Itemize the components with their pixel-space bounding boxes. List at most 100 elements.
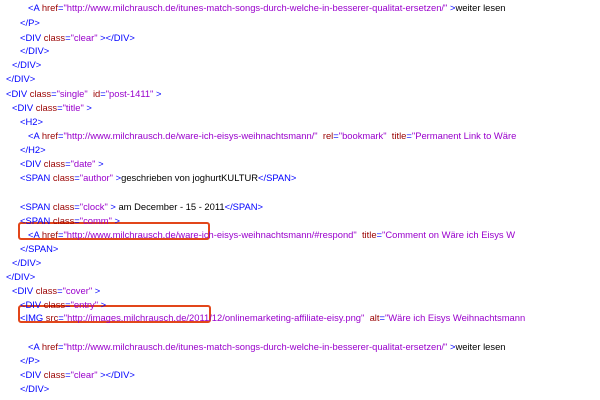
source-line: <A href="http://www.milchrausch.de/ware-…: [28, 229, 515, 241]
code-token-val: "Permanent Link to Wäre: [411, 130, 517, 141]
code-token-tag: >: [83, 102, 92, 113]
source-line: <A href="http://www.milchrausch.de/itune…: [28, 2, 506, 14]
code-token-val: "http://www.milchrausch.de/itunes-match-…: [63, 2, 448, 13]
code-token-attr: title: [361, 229, 377, 240]
source-line: </P>: [20, 355, 40, 367]
source-line: </DIV>: [12, 257, 41, 269]
code-token-tag: </DIV>: [6, 73, 36, 84]
code-token-attr: title: [391, 130, 407, 141]
source-line: <SPAN class="comm" >: [20, 215, 120, 227]
code-token-tag: <A: [28, 341, 42, 352]
source-line: <DIV class="title" >: [12, 102, 92, 114]
source-line: </DIV>: [6, 271, 35, 283]
code-token-tag: </SPAN>: [257, 172, 297, 183]
code-token-val: "Comment on Wäre ich Eisys W: [382, 229, 516, 240]
code-token-val: "post-1411": [105, 88, 154, 99]
source-line: </P>: [20, 17, 40, 29]
source-line: <SPAN class="clock" > am December - 15 -…: [20, 201, 263, 213]
code-token-attr: class: [29, 88, 52, 99]
code-token-tag: </DIV>: [12, 59, 42, 70]
source-line: </DIV>: [20, 383, 49, 395]
code-token-txt: weiter lesen: [455, 341, 506, 352]
code-token-attr: href: [41, 341, 58, 352]
code-token-val: "author": [79, 172, 114, 183]
source-line: <IMG src="http://images.milchrausch.de/2…: [20, 312, 525, 324]
code-token-txt: am December - 15 - 2011: [118, 201, 225, 212]
source-line: <DIV class="single" id="post-1411" >: [6, 88, 161, 100]
code-token-tag: </DIV>: [12, 257, 42, 268]
code-token-attr: class: [52, 172, 75, 183]
source-line: <DIV class="clear" ></DIV>: [20, 32, 135, 44]
code-token-tag: <SPAN: [20, 172, 53, 183]
code-token-tag: </H2>: [20, 144, 46, 155]
source-line: </DIV>: [20, 45, 49, 57]
code-token-attr: rel: [322, 130, 334, 141]
source-line: <DIV class="cover" >: [12, 285, 100, 297]
code-token-tag: <DIV: [20, 32, 44, 43]
code-token-val: "http://www.milchrausch.de/itunes-match-…: [63, 341, 448, 352]
source-line: </H2>: [20, 144, 46, 156]
code-token-txt: weiter lesen: [455, 2, 506, 13]
code-token-tag: </DIV>: [20, 45, 50, 56]
code-token-attr: class: [52, 215, 75, 226]
code-token-val: "comm": [79, 215, 112, 226]
code-token-tag: ></DIV>: [97, 369, 135, 380]
source-viewer: <A href="http://www.milchrausch.de/itune…: [0, 0, 600, 400]
code-token-tag: </SPAN>: [20, 243, 59, 254]
code-token-attr: href: [41, 130, 58, 141]
code-token-tag: <DIV: [6, 88, 30, 99]
code-token-tag: <A: [28, 2, 42, 13]
code-token-tag: >: [95, 158, 104, 169]
code-token-attr: alt: [369, 312, 380, 323]
code-token-val: "single": [56, 88, 88, 99]
code-token-val: "bookmark": [338, 130, 387, 141]
source-line: </DIV>: [12, 59, 41, 71]
code-token-val: "clear": [70, 32, 98, 43]
code-token-tag: <DIV: [20, 369, 44, 380]
code-token-val: "title": [62, 102, 84, 113]
code-token-attr: class: [43, 299, 66, 310]
code-token-attr: class: [43, 158, 66, 169]
code-token-val: "date": [70, 158, 96, 169]
code-token-tag: </P>: [20, 355, 40, 366]
code-token-attr: class: [43, 32, 66, 43]
code-token-tag: <DIV: [12, 102, 36, 113]
code-token-attr: src: [45, 312, 59, 323]
code-token-tag: </DIV>: [20, 383, 50, 394]
code-token-tag: >: [107, 201, 119, 212]
source-line: <DIV class="entry" >: [20, 299, 106, 311]
code-token-tag: <SPAN: [20, 215, 53, 226]
code-token-txt: geschrieben von joghurtKULTUR: [121, 172, 258, 183]
source-line: </SPAN>: [20, 243, 58, 255]
code-token-val: "http://images.milchrausch.de/2011/12/on…: [63, 312, 365, 323]
code-token-tag: <DIV: [12, 285, 36, 296]
code-token-tag: >: [113, 172, 122, 183]
source-line: <A href="http://www.milchrausch.de/itune…: [28, 341, 506, 353]
code-token-val: "cover": [62, 285, 93, 296]
source-line: </DIV>: [6, 73, 35, 85]
code-token-attr: class: [35, 102, 58, 113]
code-token-tag: <A: [28, 130, 42, 141]
code-token-tag: >: [153, 88, 162, 99]
code-token-tag: <A: [28, 229, 42, 240]
code-token-val: "entry": [70, 299, 99, 310]
code-token-attr: class: [52, 201, 75, 212]
code-token-val: "Wäre ich Eisys Weihnachtsmann: [384, 312, 526, 323]
code-token-attr: class: [35, 285, 58, 296]
code-token-tag: >: [98, 299, 107, 310]
code-token-tag: </SPAN>: [224, 201, 263, 212]
code-token-val: "clear": [70, 369, 98, 380]
source-line: <SPAN class="author" >geschrieben von jo…: [20, 172, 296, 184]
code-token-val: "http://www.milchrausch.de/ware-ich-eisy…: [63, 229, 357, 240]
code-token-tag: >: [111, 215, 121, 226]
source-line: <A href="http://www.milchrausch.de/ware-…: [28, 130, 516, 142]
source-line: <DIV class="date" >: [20, 158, 104, 170]
code-token-val: "clock": [79, 201, 108, 212]
source-line: <H2>: [20, 116, 43, 128]
code-token-tag: <IMG: [20, 312, 46, 323]
code-token-attr: href: [41, 2, 58, 13]
code-token-tag: <DIV: [20, 158, 44, 169]
code-token-attr: class: [43, 369, 66, 380]
code-token-attr: href: [41, 229, 58, 240]
code-token-tag: ></DIV>: [97, 32, 135, 43]
